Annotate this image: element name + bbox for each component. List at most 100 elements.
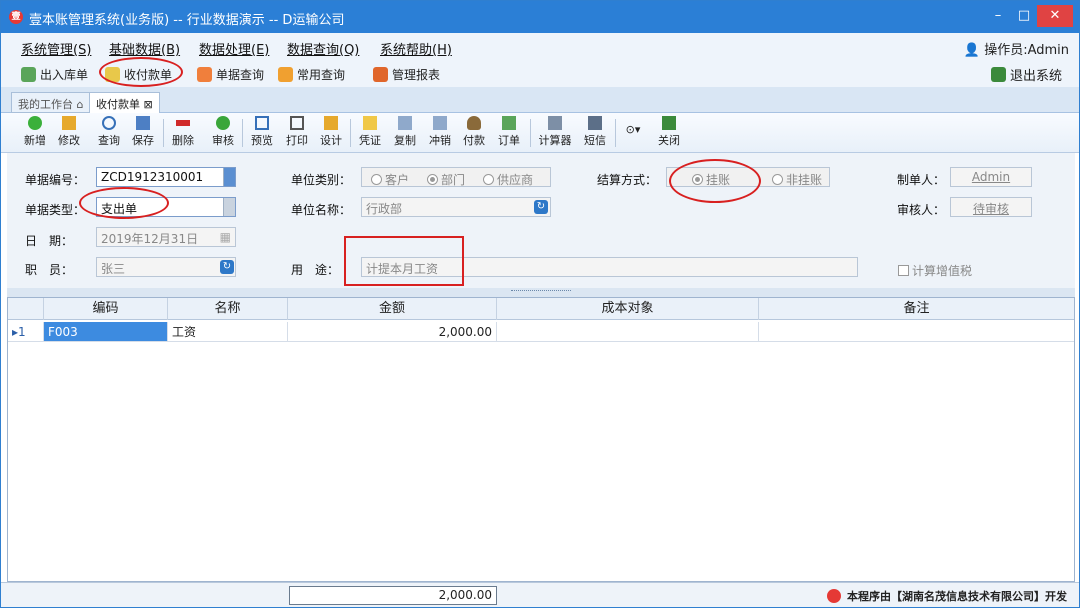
staff-value: 张三: [101, 262, 126, 276]
reverse-button[interactable]: 冲销: [424, 116, 456, 148]
quick-reports[interactable]: 管理报表: [373, 64, 440, 84]
staff-refresh-icon[interactable]: ↻: [220, 260, 234, 274]
options-dropdown[interactable]: ⊙▾: [621, 123, 645, 136]
splitter[interactable]: [7, 288, 1075, 297]
voucher-label: 凭证: [359, 134, 381, 147]
date-field[interactable]: 2019年12月31日 ▦: [96, 227, 236, 247]
cell-cost-object[interactable]: [497, 322, 759, 342]
maximize-button[interactable]: □: [1007, 5, 1041, 27]
design-icon: [324, 116, 338, 130]
new-label: 新增: [24, 134, 46, 147]
floppy-icon: [136, 116, 150, 130]
delete-button[interactable]: 删除: [167, 116, 199, 148]
menu-data-processing[interactable]: 数据处理(E): [199, 39, 269, 58]
column-header-name[interactable]: 名称: [168, 298, 288, 320]
pay-button[interactable]: 付款: [458, 116, 490, 148]
row-index: 1: [18, 325, 26, 339]
printer-icon: [290, 116, 304, 130]
cell-name[interactable]: 工资: [168, 322, 288, 342]
quick-common-query[interactable]: 常用查询: [278, 64, 345, 84]
preview-button[interactable]: 预览: [246, 116, 278, 148]
splitter-grip-icon[interactable]: [511, 290, 571, 294]
row-indicator[interactable]: ▸1: [8, 322, 44, 342]
print-button[interactable]: 打印: [281, 116, 313, 148]
close-button[interactable]: ✕: [1037, 5, 1073, 27]
doc-query-icon: [197, 66, 212, 82]
auditor-field: 待审核: [950, 197, 1032, 217]
cell-note[interactable]: [759, 322, 1074, 342]
maker-value: Admin: [971, 170, 1011, 184]
tab-receipt-payment[interactable]: 收付款单 ⊠: [89, 92, 160, 113]
staff-label: 职 员：: [25, 263, 74, 277]
cell-code[interactable]: F003: [44, 322, 168, 342]
menu-bar: 系统管理(S) 基础数据(B) 数据处理(E) 数据查询(Q) 系统帮助(H) …: [1, 33, 1079, 59]
unit-name-field[interactable]: 行政部: [361, 197, 551, 217]
unit-type-label: 单位类别：: [291, 173, 352, 187]
magnifier-icon: [102, 116, 116, 130]
radio-circle-icon: [427, 174, 438, 185]
audit-button[interactable]: 审核: [207, 116, 239, 148]
menu-basic-data[interactable]: 基础数据(B): [109, 39, 180, 58]
voucher-button[interactable]: 凭证: [354, 116, 386, 148]
radio-not-on-account[interactable]: 非挂账: [772, 171, 822, 188]
toolbar-separator: [242, 119, 243, 147]
design-button[interactable]: 设计: [315, 116, 347, 148]
doc-no-dropdown-icon[interactable]: [223, 168, 235, 186]
preview-label: 预览: [251, 134, 273, 147]
calendar-icon[interactable]: ▦: [220, 230, 231, 244]
home-icon: ⌂: [76, 98, 84, 111]
user-icon: 👤: [963, 43, 981, 58]
copy-icon: [398, 116, 412, 130]
highlight-rect-purpose: [344, 236, 464, 286]
copy-button[interactable]: 复制: [389, 116, 421, 148]
quick-doc-query[interactable]: 单据查询: [197, 64, 264, 84]
close-form-button[interactable]: 关闭: [653, 116, 685, 148]
sms-button[interactable]: 短信: [579, 116, 611, 148]
column-header-amount[interactable]: 金额: [288, 298, 497, 320]
staff-field[interactable]: 张三: [96, 257, 236, 277]
radio-circle-icon: [772, 174, 783, 185]
radio-customer[interactable]: 客户: [371, 171, 409, 188]
query-button[interactable]: 查询: [93, 116, 125, 148]
order-button[interactable]: 订单: [493, 116, 525, 148]
save-label: 保存: [132, 134, 154, 147]
plus-icon: [28, 116, 42, 130]
unit-refresh-icon[interactable]: ↻: [534, 200, 548, 214]
doc-type-label: 单据类型：: [25, 203, 86, 217]
cell-amount[interactable]: 2,000.00: [288, 322, 497, 342]
app-logo-icon: 壹: [9, 10, 23, 24]
tab-strip: 我的工作台 ⌂ 收付款单 ⊠: [1, 87, 1079, 113]
new-button[interactable]: 新增: [19, 116, 51, 148]
exit-icon: [991, 66, 1006, 82]
settle-label: 结算方式：: [597, 173, 658, 187]
doc-no-field[interactable]: ZCD1912310001: [96, 167, 236, 187]
unit-name-value: 行政部: [366, 202, 403, 216]
radio-supplier[interactable]: 供应商: [483, 171, 533, 188]
logout-button[interactable]: 退出系统: [991, 64, 1062, 84]
quick-stock-in-out[interactable]: 出入库单: [21, 64, 88, 84]
save-button[interactable]: 保存: [127, 116, 159, 148]
check-icon: [216, 116, 230, 130]
report-icon: [373, 66, 388, 82]
quick-stock-label: 出入库单: [40, 67, 89, 82]
radio-department[interactable]: 部门: [427, 171, 465, 188]
column-header-note[interactable]: 备注: [759, 298, 1074, 320]
vat-checkbox[interactable]: 计算增值税: [898, 262, 972, 279]
calculator-button[interactable]: 计算器: [535, 116, 575, 148]
menu-help[interactable]: 系统帮助(H): [380, 39, 452, 58]
toolbar-separator: [615, 119, 616, 147]
doc-no-label: 单据编号：: [25, 173, 86, 187]
column-header-cost-object[interactable]: 成本对象: [497, 298, 759, 320]
table-row[interactable]: ▸1 F003 工资 2,000.00: [8, 322, 1074, 342]
menu-system[interactable]: 系统管理(S): [21, 39, 91, 58]
close-tab-icon[interactable]: ⊠: [144, 98, 153, 111]
menu-data-query[interactable]: 数据查询(Q): [287, 39, 359, 58]
calculator-label: 计算器: [538, 134, 572, 147]
edit-button[interactable]: 修改: [53, 116, 85, 148]
column-header-code[interactable]: 编码: [44, 298, 168, 320]
doc-type-dropdown-icon[interactable]: [223, 198, 235, 216]
order-icon: [502, 116, 516, 130]
title-bar: 壹 壹本账管理系统(业务版) -- 行业数据演示 -- D运输公司 – □ ✕: [1, 1, 1079, 33]
tab-workbench[interactable]: 我的工作台 ⌂: [11, 92, 91, 113]
toolbar-separator: [163, 119, 164, 147]
